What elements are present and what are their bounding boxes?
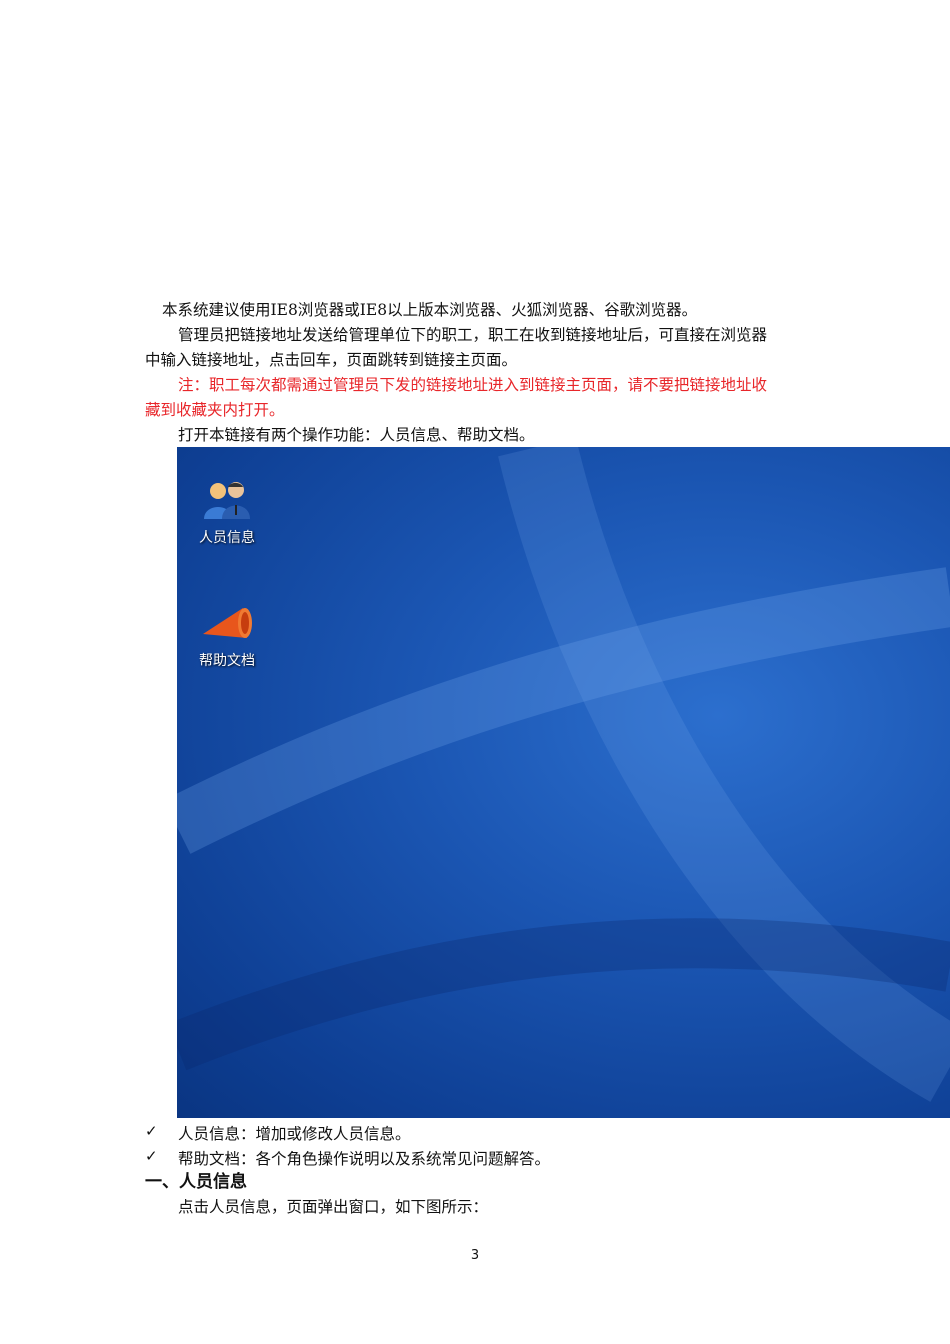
section-paragraph: 点击人员信息，页面弹出窗口，如下图所示： xyxy=(178,1198,489,1216)
users-icon xyxy=(204,482,250,519)
page-number: 3 xyxy=(470,1248,480,1263)
desktop-wallpaper xyxy=(177,447,950,1102)
browser-recommendation: 本系统建议使用IE8浏览器或IE8以上版本浏览器、火狐浏览器、谷歌浏览器。 xyxy=(162,301,698,319)
check-icon: ✓ xyxy=(145,1122,158,1140)
desktop-icon-label: 人员信息 xyxy=(199,530,255,546)
bullet-help: ✓ 帮助文档：各个角色操作说明以及系统常见问题解答。 xyxy=(145,1147,551,1168)
desktop-screenshot: 人员信息 帮助文档 xyxy=(177,447,950,1118)
note-line-2: 藏到收藏夹内打开。 xyxy=(145,401,285,419)
bullet-personnel: ✓ 人员信息：增加或修改人员信息。 xyxy=(145,1122,411,1143)
desktop-icon-label: 帮助文档 xyxy=(199,653,255,669)
desktop-icon-personnel[interactable]: 人员信息 xyxy=(177,479,277,547)
megaphone-icon xyxy=(203,608,252,638)
section-heading: 一、人员信息 xyxy=(145,1172,247,1192)
note-line-1: 注：职工每次都需通过管理员下发的链接地址进入到链接主页面，请不要把链接地址收 xyxy=(178,376,768,394)
instructions-line-1: 管理员把链接地址发送给管理单位下的职工，职工在收到链接地址后，可直接在浏览器 xyxy=(178,326,768,344)
functions-intro: 打开本链接有两个操作功能：人员信息、帮助文档。 xyxy=(178,426,535,444)
desktop-icon-help[interactable]: 帮助文档 xyxy=(177,602,277,670)
instructions-line-2: 中输入链接地址，点击回车，页面跳转到链接主页面。 xyxy=(145,351,518,369)
check-icon: ✓ xyxy=(145,1147,158,1165)
